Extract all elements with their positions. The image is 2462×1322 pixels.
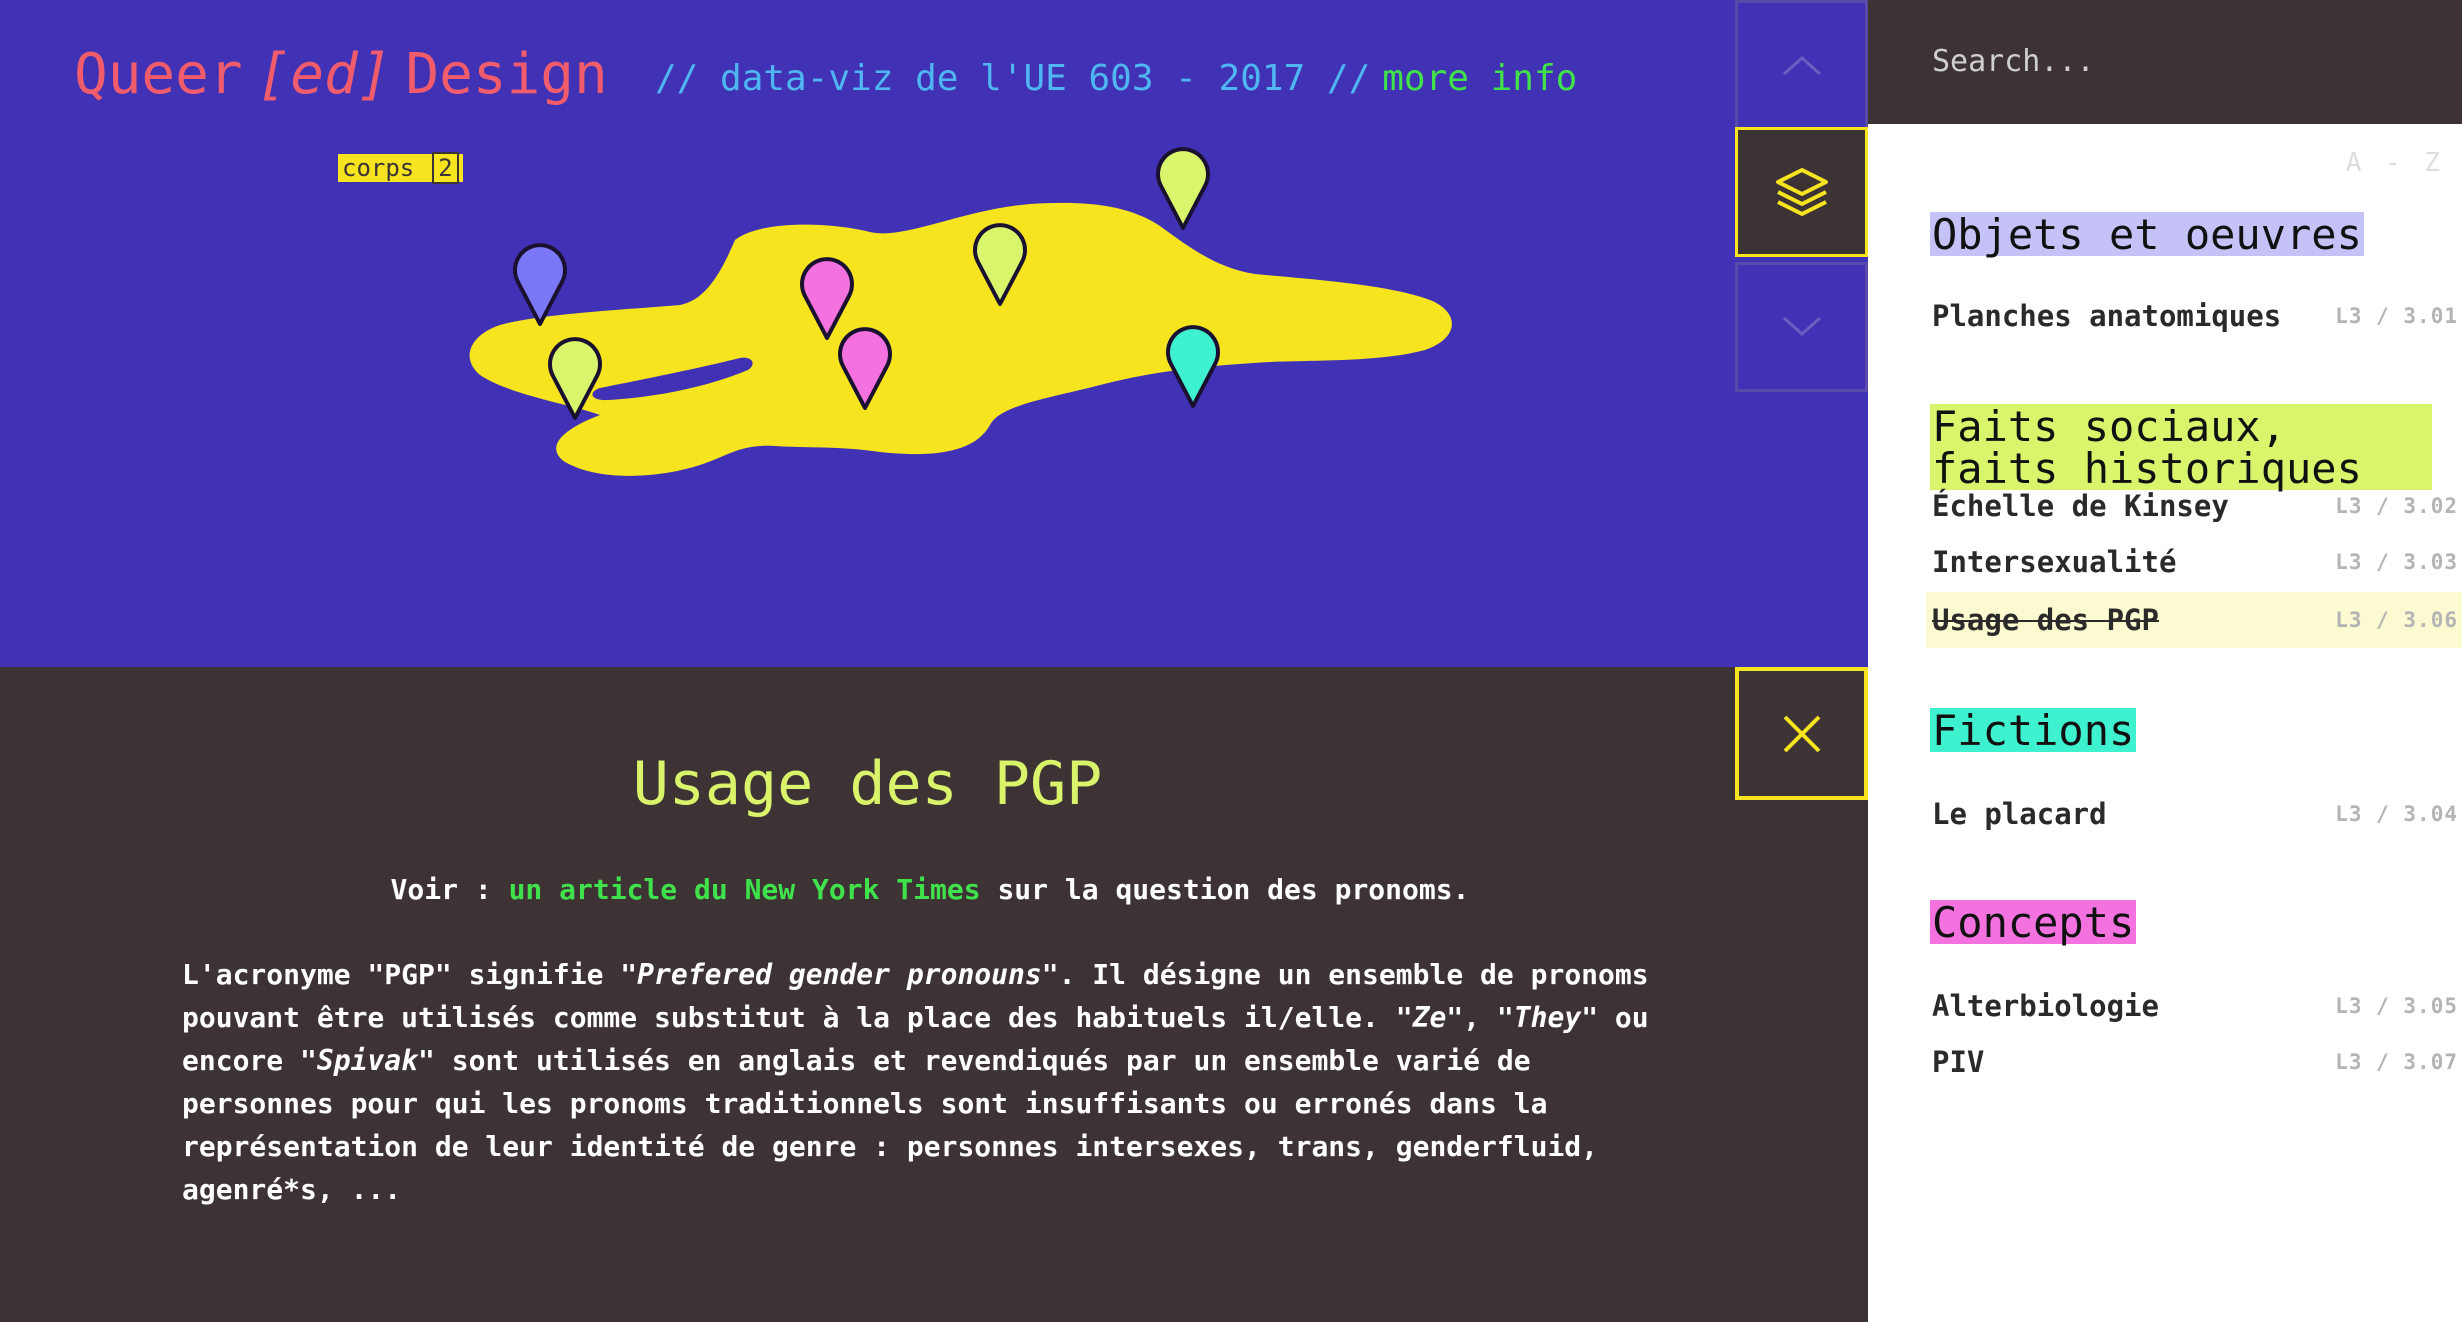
nyt-article-link[interactable]: un article du New York Times xyxy=(509,873,981,906)
body-emphasis: Ze xyxy=(1412,1001,1447,1034)
close-icon xyxy=(1783,715,1820,752)
az-sort-toggle[interactable]: A - Z xyxy=(2346,148,2444,178)
layers-button[interactable] xyxy=(1735,127,1868,257)
marker-lime-3[interactable] xyxy=(1156,147,1210,230)
scroll-down-button[interactable] xyxy=(1735,262,1868,392)
scroll-up-button[interactable] xyxy=(1735,0,1868,130)
corps-tag[interactable]: corps 2 xyxy=(338,152,463,184)
see-prefix: Voir : xyxy=(390,873,492,906)
corps-tag-count: 2 xyxy=(432,152,459,184)
entry-name: Planches anatomiques xyxy=(1932,299,2282,333)
search-input[interactable] xyxy=(1930,30,2414,92)
article-body: L'acronyme "PGP" signifie "Prefered gend… xyxy=(182,953,1682,1211)
entry-name: Échelle de Kinsey xyxy=(1932,489,2229,523)
entry-code: L3 / 3.02 xyxy=(2335,494,2458,518)
close-button[interactable] xyxy=(1735,667,1868,800)
map-canvas[interactable] xyxy=(0,0,1735,667)
marker-blue[interactable] xyxy=(513,243,567,326)
entry-name: Usage des PGP xyxy=(1932,603,2159,637)
category-heading-concepts[interactable]: Concepts xyxy=(1930,900,2137,944)
entry-intersexualite[interactable]: Intersexualité L3 / 3.03 xyxy=(1926,534,2462,590)
category-heading-line: Faits sociaux, xyxy=(1932,402,2287,451)
corps-tag-label: corps xyxy=(342,154,415,182)
entry-code: L3 / 3.05 xyxy=(2335,994,2458,1018)
entry-code: L3 / 3.01 xyxy=(2335,304,2458,328)
chevron-up-icon xyxy=(1782,55,1821,76)
search-bar xyxy=(1868,0,2462,124)
entry-echelle-de-kinsey[interactable]: Échelle de Kinsey L3 / 3.02 xyxy=(1926,478,2462,534)
marker-teal[interactable] xyxy=(1166,325,1220,408)
entry-le-placard[interactable]: Le placard L3 / 3.04 xyxy=(1926,786,2462,842)
article-title: Usage des PGP xyxy=(632,749,1103,819)
entry-name: PIV xyxy=(1932,1045,1985,1079)
chevron-down-icon xyxy=(1782,316,1821,337)
entry-planches-anatomiques[interactable]: Planches anatomiques L3 / 3.01 xyxy=(1926,288,2462,344)
sidebar: A - Z Objets et oeuvres Planches anatomi… xyxy=(1868,124,2462,1322)
entry-usage-des-pgp[interactable]: Usage des PGP L3 / 3.06 xyxy=(1926,592,2462,648)
layers-icon xyxy=(1775,168,1828,216)
body-text: L'acronyme "PGP" signifie " xyxy=(182,958,638,991)
entry-code: L3 / 3.07 xyxy=(2335,1050,2458,1074)
entry-name: Intersexualité xyxy=(1932,545,2177,579)
entry-code: L3 / 3.06 xyxy=(2335,608,2458,632)
see-suffix: sur la question des pronoms. xyxy=(997,873,1470,906)
entry-code: L3 / 3.03 xyxy=(2335,550,2458,574)
article-see-line: Voir : un article du New York Times sur … xyxy=(0,873,1860,906)
body-emphasis: Spivak xyxy=(316,1044,419,1077)
body-text: ", " xyxy=(1446,1001,1514,1034)
body-emphasis: Prefered gender pronouns xyxy=(637,958,1042,991)
category-heading-objets[interactable]: Objets et oeuvres xyxy=(1930,212,2364,256)
category-heading-fictions[interactable]: Fictions xyxy=(1930,708,2137,752)
entry-alterbiologie[interactable]: Alterbiologie L3 / 3.05 xyxy=(1926,978,2462,1034)
entry-name: Alterbiologie xyxy=(1932,989,2159,1023)
entry-code: L3 / 3.04 xyxy=(2335,802,2458,826)
entry-name: Le placard xyxy=(1932,797,2107,831)
body-emphasis: They xyxy=(1513,1001,1582,1034)
article-panel: Usage des PGP Voir : un article du New Y… xyxy=(0,667,1868,1322)
map-area[interactable]: Queer [ed] Design // data-viz de l'UE 603 … xyxy=(0,0,1868,667)
entry-piv[interactable]: PIV L3 / 3.07 xyxy=(1926,1034,2462,1090)
map-blob xyxy=(469,202,1452,476)
